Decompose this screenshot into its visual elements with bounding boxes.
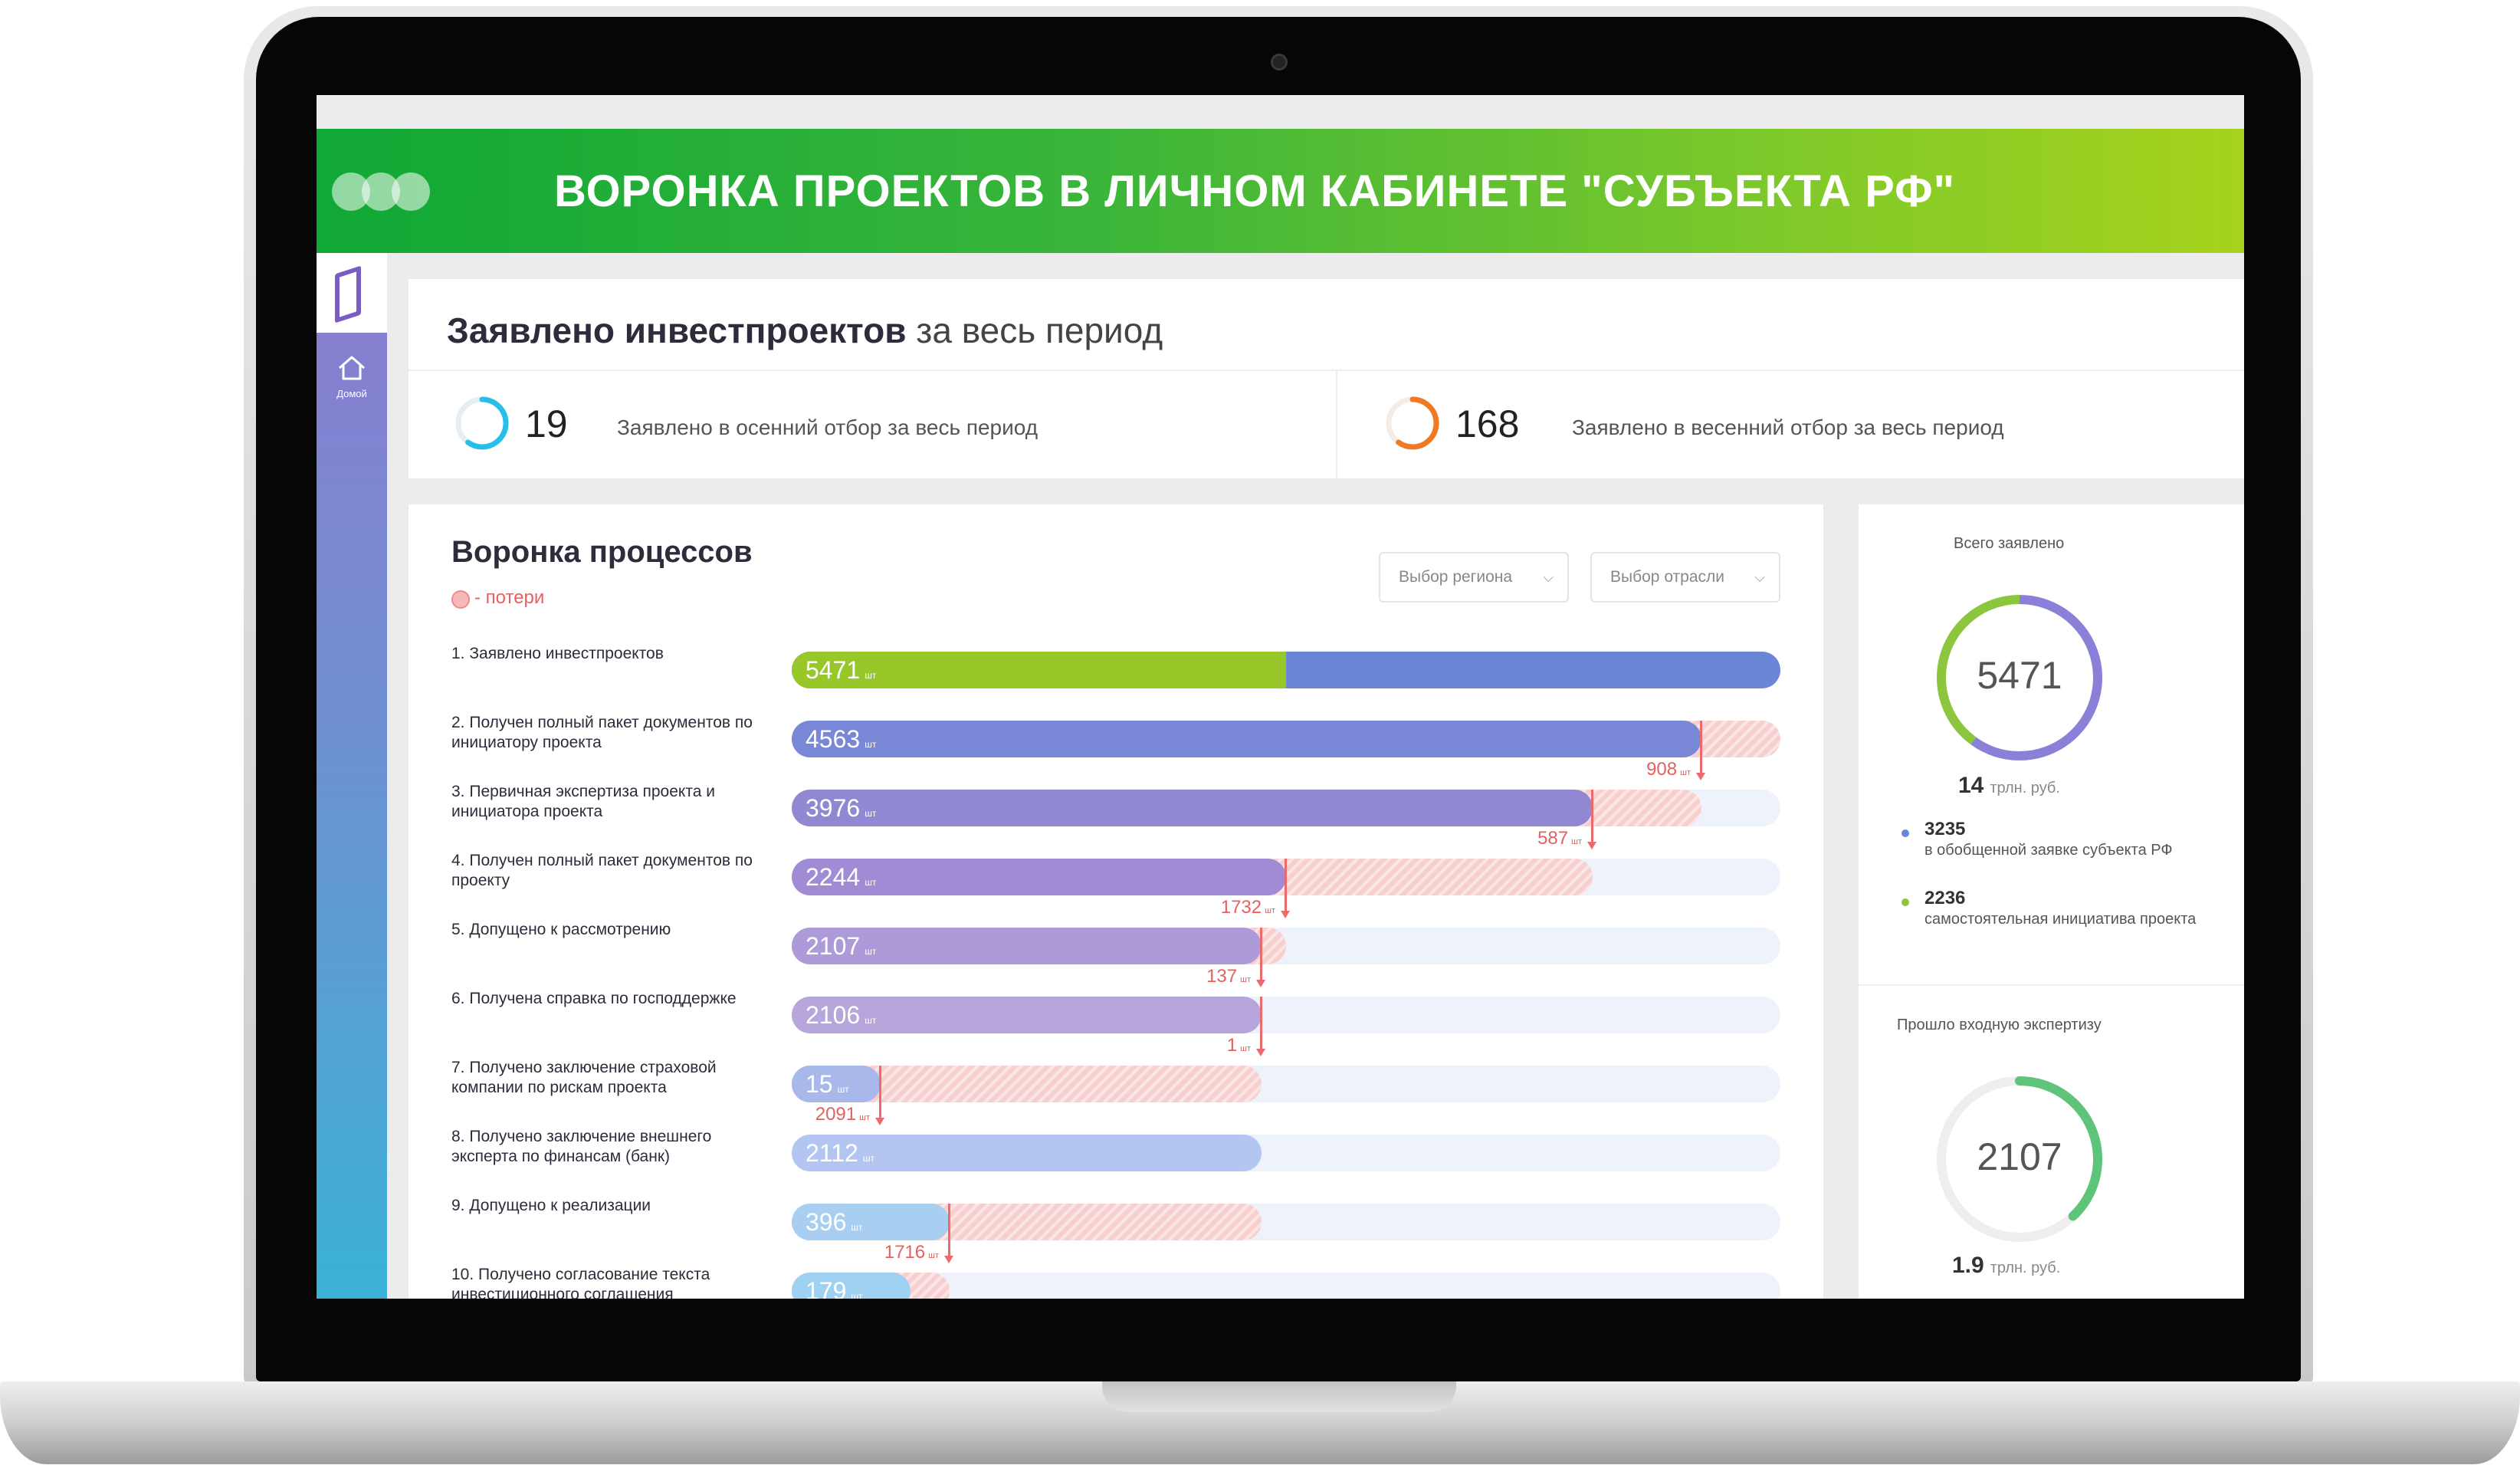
funnel-value-bar[interactable]: 2107 шт bbox=[792, 928, 1262, 964]
laptop-notch bbox=[1102, 1381, 1456, 1412]
region-select[interactable]: Выбор региона ⌵ bbox=[1379, 552, 1569, 603]
declared-item-label: в обобщенной заявке субъекта РФ bbox=[1924, 842, 2173, 859]
bullet-icon bbox=[1901, 829, 1909, 837]
loss-value-label: 1732 шт bbox=[1220, 897, 1275, 918]
funnel-title: Воронка процессов bbox=[451, 535, 753, 569]
funnel-value-label: 15 шт bbox=[806, 1070, 849, 1098]
window-dot-icon bbox=[392, 172, 430, 211]
funnel-step-label: 2. Получен полный пакет документов по ин… bbox=[451, 714, 753, 751]
app-logo-icon bbox=[335, 265, 361, 324]
funnel-value-label: 5471 шт bbox=[806, 656, 877, 684]
loss-marker-line bbox=[1285, 859, 1287, 912]
spring-count: 168 bbox=[1455, 402, 1520, 445]
loss-value-label: 1 шт bbox=[1226, 1035, 1251, 1056]
funnel-value-bar[interactable]: 15 шт bbox=[792, 1066, 881, 1102]
declared-item-value: 3235 bbox=[1924, 819, 1966, 839]
screen: ВОРОНКА ПРОЕКТОВ В ЛИЧНОМ КАБИНЕТЕ "СУБЪ… bbox=[317, 95, 2244, 1299]
summary-title: Заявлено инвестпроектов за весь период bbox=[447, 310, 1163, 350]
funnel-value-bar[interactable]: 2244 шт bbox=[792, 859, 1286, 895]
chevron-down-icon: ⌵ bbox=[1754, 570, 1765, 585]
funnel-value-label: 396 шт bbox=[806, 1208, 863, 1236]
home-icon[interactable] bbox=[335, 351, 369, 385]
funnel-value-label: 2244 шт bbox=[806, 863, 877, 891]
loss-value-label: 1716 шт bbox=[884, 1242, 939, 1263]
arrow-down-icon bbox=[1281, 911, 1290, 918]
funnel-step-label: 4. Получен полный пакет документов по пр… bbox=[451, 852, 753, 889]
sidebar: Домой bbox=[317, 253, 387, 1299]
loss-value-label: 587 шт bbox=[1537, 828, 1582, 849]
funnel-value-bar[interactable]: 5471 шт bbox=[792, 652, 1780, 688]
passed-total: 2107 bbox=[1977, 1135, 2062, 1178]
funnel-value-bar[interactable]: 396 шт bbox=[792, 1204, 950, 1240]
logo-area[interactable] bbox=[317, 253, 387, 333]
funnel-step-label: 9. Допущено к реализации bbox=[451, 1197, 651, 1214]
loss-marker-line bbox=[1260, 928, 1262, 981]
divider bbox=[409, 370, 2244, 371]
funnel-value-bar[interactable]: 3976 шт bbox=[792, 790, 1593, 826]
divider bbox=[1336, 370, 1337, 478]
spring-label: Заявлено в весенний отбор за весь период bbox=[1572, 416, 2004, 439]
chevron-down-icon: ⌵ bbox=[1543, 570, 1554, 585]
loss-marker-line bbox=[879, 1066, 881, 1119]
funnel-step-label: 10. Получено согласование текста инвести… bbox=[451, 1266, 710, 1299]
funnel-value-label: 2106 шт bbox=[806, 1001, 877, 1029]
passed-amount: 1.9 трлн. руб. bbox=[1952, 1253, 2061, 1278]
funnel-value-bar[interactable]: 2106 шт bbox=[792, 997, 1262, 1033]
loss-value-label: 2091 шт bbox=[815, 1104, 870, 1125]
bullet-icon bbox=[1901, 898, 1909, 906]
region-select-label: Выбор региона bbox=[1399, 568, 1513, 586]
funnel-step-label: 5. Допущено к рассмотрению bbox=[451, 921, 671, 938]
loss-marker-line bbox=[948, 1204, 950, 1257]
spring-ring-icon bbox=[1386, 396, 1439, 450]
loss-marker-line bbox=[1700, 721, 1702, 774]
funnel-value-label: 4563 шт bbox=[806, 725, 877, 753]
funnel-value-label: 3976 шт bbox=[806, 794, 877, 822]
funnel-step-label: 7. Получено заключение страховой компани… bbox=[451, 1059, 717, 1096]
sidebar-item-home[interactable]: Домой bbox=[317, 388, 387, 399]
loss-value-label: 137 шт bbox=[1206, 966, 1251, 987]
summary-card: Заявлено инвестпроектов за весь период 1… bbox=[409, 279, 2244, 478]
declared-amount: 14 трлн. руб. bbox=[1958, 773, 2060, 798]
declared-item-label: самостоятельная инициатива проекта bbox=[1924, 911, 2197, 928]
arrow-down-icon bbox=[944, 1256, 953, 1263]
funnel-value-label: 2107 шт bbox=[806, 932, 877, 960]
funnel-value-bar[interactable]: 2112 шт bbox=[792, 1135, 1262, 1171]
arrow-down-icon bbox=[1256, 980, 1265, 987]
declared-item-value: 2236 bbox=[1924, 888, 1966, 908]
loss-legend-icon bbox=[451, 590, 470, 609]
arrow-down-icon bbox=[1696, 773, 1705, 780]
banner-title: ВОРОНКА ПРОЕКТОВ В ЛИЧНОМ КАБИНЕТЕ "СУБЪ… bbox=[554, 166, 1956, 216]
funnel-value-bar[interactable]: 4563 шт bbox=[792, 721, 1701, 757]
arrow-down-icon bbox=[1256, 1049, 1265, 1056]
funnel-value-label: 2112 шт bbox=[806, 1139, 874, 1167]
divider bbox=[1859, 984, 2244, 986]
funnel-card: Воронка процессов - потери Выбор региона… bbox=[409, 504, 1823, 1299]
funnel-value-label: 179 шт bbox=[806, 1277, 863, 1299]
loss-legend-label: - потери bbox=[474, 587, 545, 608]
funnel-step-label: 6. Получена справка по господдержке bbox=[451, 990, 737, 1007]
loss-marker-line bbox=[1260, 997, 1262, 1050]
camera-icon bbox=[1271, 54, 1288, 71]
funnel-step-label: 8. Получено заключение внешнего эксперта… bbox=[451, 1128, 712, 1165]
industry-select-label: Выбор отрасли bbox=[1610, 568, 1724, 586]
autumn-ring-icon bbox=[455, 396, 509, 450]
arrow-down-icon bbox=[1587, 842, 1596, 849]
funnel-value-bar[interactable]: 179 шт bbox=[792, 1273, 911, 1299]
funnel-step-label: 3. Первичная экспертиза проекта и инициа… bbox=[451, 783, 715, 820]
arrow-down-icon bbox=[875, 1118, 884, 1125]
autumn-count: 19 bbox=[525, 402, 568, 445]
declared-total: 5471 bbox=[1977, 654, 2062, 697]
funnel-step-label: 1. Заявлено инвестпроектов bbox=[451, 645, 664, 662]
autumn-label: Заявлено в осенний отбор за весь период bbox=[617, 416, 1039, 439]
loss-marker-line bbox=[1591, 790, 1593, 843]
declared-label: Всего заявлено bbox=[1954, 535, 2065, 552]
passed-label: Прошло входную экспертизу bbox=[1897, 1017, 2102, 1033]
loss-value-label: 908 шт bbox=[1646, 759, 1691, 780]
totals-card: Всего заявлено 5471 14 трлн. руб. 3235 в … bbox=[1859, 504, 2244, 1299]
industry-select[interactable]: Выбор отрасли ⌵ bbox=[1590, 552, 1780, 603]
